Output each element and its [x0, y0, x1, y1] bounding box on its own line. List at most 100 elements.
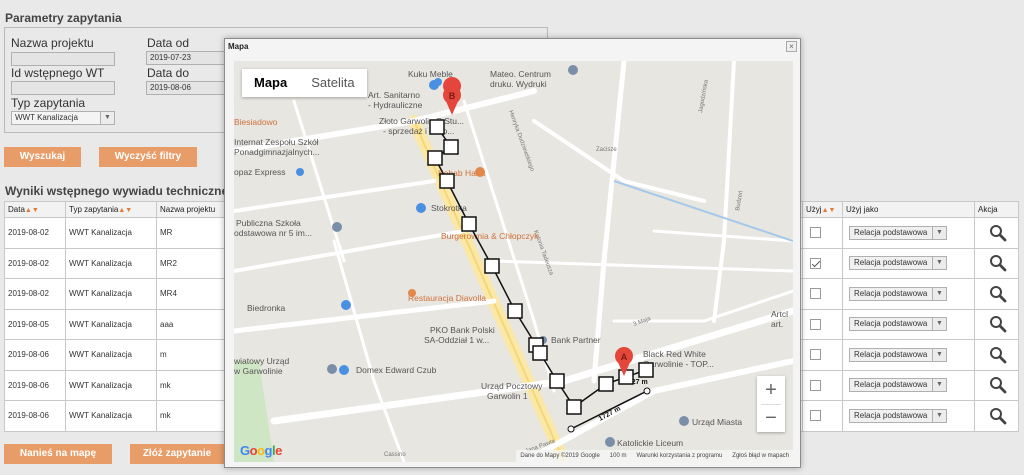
cell-date: 2019-08-06 — [4, 400, 66, 432]
poi-icon — [568, 65, 578, 75]
route-marker[interactable] — [429, 119, 445, 135]
poi-label: Katolickie Liceum — [617, 438, 683, 448]
poi-label: - Hydrauliczne — [368, 100, 423, 110]
col-type[interactable]: Typ zapytania▲▼ — [65, 201, 157, 218]
col-use[interactable]: Użyj▲▼ — [802, 201, 843, 218]
use-checkbox[interactable] — [810, 257, 821, 269]
cell-date: 2019-08-05 — [4, 308, 66, 340]
search-icon[interactable] — [989, 407, 1007, 425]
use-as-select[interactable]: Relacja podstawowa ▼ — [849, 408, 947, 423]
zoom-control: + − — [757, 376, 785, 432]
scale-label: 100 m — [609, 453, 627, 459]
chevron-down-icon: ▼ — [932, 287, 946, 300]
poi-label: art. — [771, 319, 783, 329]
route-marker[interactable] — [532, 345, 548, 361]
use-as-select[interactable]: Relacja podstawowa ▼ — [849, 378, 947, 393]
poi-icon — [408, 289, 416, 297]
cell-type: WWT Kanalizacja — [65, 247, 157, 279]
query-type-select[interactable]: WWT Kanalizacja ▼ — [11, 111, 115, 125]
route-marker[interactable] — [549, 373, 565, 389]
cell-date: 2019-08-02 — [4, 278, 66, 310]
use-checkbox[interactable] — [810, 379, 821, 391]
use-as-value: Relacja podstawowa — [854, 410, 928, 420]
map-dialog: Mapa × Jagodzińska Zacisze Budzeń 3 Maja… — [224, 38, 801, 468]
map-view[interactable]: Jagodzińska Zacisze Budzeń 3 Maja Jana P… — [234, 61, 793, 462]
poi-label: SA-Oddział 1 w... — [424, 335, 489, 345]
route-marker[interactable] — [566, 399, 582, 415]
route-marker[interactable] — [484, 258, 500, 274]
poi-label: Artcl — [771, 309, 788, 319]
poi-label: Złoto Garwolin S.Stu... — [379, 116, 464, 126]
prelim-id-field[interactable] — [11, 81, 115, 95]
clear-filters-button[interactable]: Wyczyść filtry — [99, 147, 197, 167]
use-as-select[interactable]: Relacja podstawowa ▼ — [849, 286, 947, 301]
zoom-out-button[interactable]: − — [757, 404, 785, 432]
poi-label: w Garwolinie — [234, 366, 283, 376]
use-as-select[interactable]: Relacja podstawowa ▼ — [849, 256, 947, 271]
filters-title: Parametry zapytania — [5, 11, 122, 25]
poi-label: Bank Partner — [551, 335, 601, 345]
search-icon[interactable] — [989, 346, 1007, 364]
use-checkbox[interactable] — [810, 318, 821, 330]
tab-satellite[interactable]: Satelita — [299, 69, 366, 97]
project-name-field[interactable] — [11, 52, 115, 66]
use-checkbox[interactable] — [810, 349, 821, 361]
close-icon[interactable]: × — [786, 41, 797, 52]
plot-on-map-button[interactable]: Nanieś na mapę — [4, 444, 112, 464]
col-use-as: Użyj jako — [842, 201, 975, 218]
svg-text:B: B — [449, 91, 456, 101]
map-attribution: Dane do Mapy ©2019 Google 100 m Warunki … — [516, 450, 793, 462]
route-marker[interactable] — [439, 173, 455, 189]
terms-link[interactable]: Warunki korzystania z programu — [636, 450, 722, 462]
distance-point[interactable] — [643, 387, 651, 395]
poi-label: PKO Bank Polski — [430, 325, 495, 335]
use-checkbox[interactable] — [810, 410, 821, 422]
search-button[interactable]: Wyszukaj — [4, 147, 81, 167]
route-marker[interactable] — [427, 150, 443, 166]
use-checkbox[interactable] — [810, 288, 821, 300]
poi-label: Burgerownia & Chłopczyk — [441, 231, 539, 241]
poi-label: opaz Express — [234, 167, 286, 177]
poi-label: Urząd Miasta — [692, 417, 742, 427]
use-as-select[interactable]: Relacja podstawowa ▼ — [849, 317, 947, 332]
poi-icon — [339, 365, 349, 375]
google-logo: Google — [240, 443, 282, 458]
distance-point[interactable] — [567, 425, 575, 433]
route-marker[interactable] — [618, 369, 634, 385]
query-type-label: Typ zapytania — [11, 96, 86, 110]
date-to-field[interactable]: 2019-08-06 — [146, 81, 226, 95]
poi-icon — [341, 300, 351, 310]
search-icon[interactable] — [989, 285, 1007, 303]
search-icon[interactable] — [989, 376, 1007, 394]
map-canvas[interactable]: Jagodzińska Zacisze Budzeń 3 Maja Jana P… — [234, 61, 793, 462]
col-date[interactable]: Data▲▼ — [4, 201, 66, 218]
chevron-down-icon: ▼ — [932, 409, 946, 422]
poi-label: Domex Edward Czub — [356, 365, 437, 375]
poi-label: Restauracja Diavolla — [408, 293, 486, 303]
prelim-id-label: Id wstępnego WT — [11, 66, 105, 80]
use-as-select[interactable]: Relacja podstawowa ▼ — [849, 225, 947, 240]
search-icon[interactable] — [989, 224, 1007, 242]
report-link[interactable]: Zgłoś błąd w mapach — [732, 450, 789, 462]
route-marker[interactable] — [461, 216, 477, 232]
poi-icon — [296, 168, 304, 176]
poi-label: wiatowy Urząd — [234, 356, 290, 366]
poi-icon — [332, 222, 342, 232]
submit-query-button[interactable]: Złóż zapytanie — [130, 444, 224, 464]
poi-label: Mateo. Centrum — [490, 69, 551, 79]
zoom-in-button[interactable]: + — [757, 376, 785, 404]
date-from-field[interactable]: 2019-07-23 — [146, 51, 226, 65]
date-from-label: Data od — [147, 36, 190, 50]
use-as-value: Relacja podstawowa — [854, 380, 928, 390]
route-marker[interactable] — [443, 139, 459, 155]
search-icon[interactable] — [989, 254, 1007, 272]
route-marker[interactable] — [598, 376, 614, 392]
use-as-select[interactable]: Relacja podstawowa ▼ — [849, 347, 947, 362]
use-checkbox[interactable] — [810, 227, 821, 239]
chevron-down-icon: ▼ — [932, 257, 946, 270]
route-marker[interactable] — [638, 362, 654, 378]
route-marker[interactable] — [507, 303, 523, 319]
query-type-value: WWT Kanalizacja — [15, 113, 78, 122]
search-icon[interactable] — [989, 315, 1007, 333]
tab-map[interactable]: Mapa — [242, 69, 299, 97]
